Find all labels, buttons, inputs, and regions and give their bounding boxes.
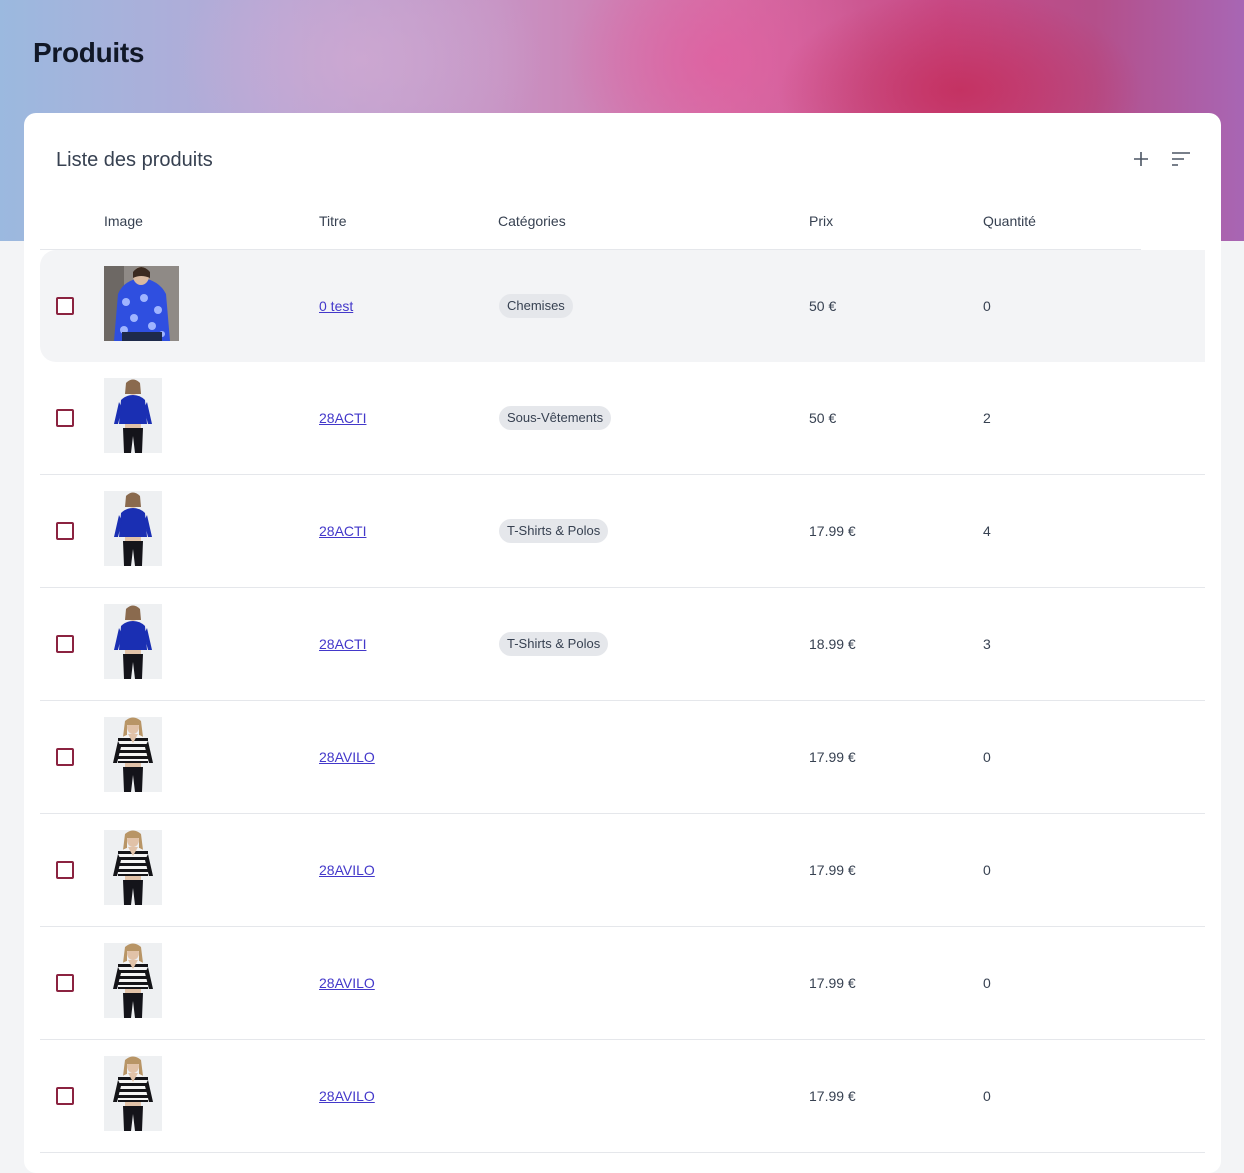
product-title-link[interactable]: 28AVILO — [319, 749, 375, 765]
row-checkbox[interactable] — [56, 635, 74, 653]
product-image — [104, 266, 179, 341]
row-checkbox[interactable] — [56, 861, 74, 879]
header-title[interactable]: Titre — [319, 213, 346, 229]
page-title: Produits — [33, 37, 145, 68]
category-chip: T-Shirts & Polos — [499, 519, 609, 543]
header-categories[interactable]: Catégories — [498, 213, 566, 229]
sort-button[interactable] — [1169, 147, 1193, 171]
table-row[interactable]: 28ACTI T-Shirts & Polos 18.99 € 3 — [40, 588, 1205, 701]
table-row[interactable]: 28AVILO 17.99 € 0 — [40, 701, 1205, 814]
product-title-link[interactable]: 0 test — [319, 298, 353, 314]
product-title-link[interactable]: 28ACTI — [319, 410, 366, 426]
product-price: 17.99 € — [809, 749, 856, 765]
product-price: 18.99 € — [809, 636, 856, 652]
product-title-link[interactable]: 28AVILO — [319, 1088, 375, 1104]
product-quantity: 0 — [983, 975, 991, 991]
product-image — [104, 378, 162, 453]
product-image — [104, 717, 162, 792]
table-header: Image Titre Catégories Prix Quantité — [40, 189, 1141, 250]
card-title: Liste des produits — [56, 149, 213, 171]
row-checkbox[interactable] — [56, 522, 74, 540]
table-row[interactable]: 0 test Chemises 50 € 0 — [40, 250, 1205, 362]
product-price: 17.99 € — [809, 862, 856, 878]
product-image — [104, 1056, 162, 1131]
product-quantity: 0 — [983, 1088, 991, 1104]
header-quantity[interactable]: Quantité — [983, 213, 1036, 229]
add-product-button[interactable] — [1129, 147, 1153, 171]
product-image — [104, 943, 162, 1018]
product-quantity: 0 — [983, 862, 991, 878]
product-title-link[interactable]: 28ACTI — [319, 523, 366, 539]
product-image — [104, 604, 162, 679]
product-image — [104, 830, 162, 905]
product-quantity: 3 — [983, 636, 991, 652]
sort-icon — [1172, 152, 1190, 166]
product-title-link[interactable]: 28ACTI — [319, 636, 366, 652]
header-image[interactable]: Image — [104, 213, 143, 229]
product-price: 50 € — [809, 410, 837, 426]
product-title-link[interactable]: 28AVILO — [319, 975, 375, 991]
category-chip: T-Shirts & Polos — [499, 632, 609, 656]
table-row[interactable]: 28AVILO 17.99 € 0 — [40, 927, 1205, 1040]
product-quantity: 0 — [983, 749, 991, 765]
category-chip: Chemises — [499, 294, 573, 318]
product-quantity: 2 — [983, 410, 991, 426]
row-checkbox[interactable] — [56, 974, 74, 992]
products-card: Liste des produits Image Titre Catégorie… — [24, 113, 1221, 1173]
row-checkbox[interactable] — [56, 409, 74, 427]
row-checkbox[interactable] — [56, 297, 74, 315]
product-quantity: 0 — [983, 298, 991, 314]
table-body: 0 test Chemises 50 € 0 28ACTI Sous-Vêtements… — [40, 250, 1205, 1153]
product-title-link[interactable]: 28AVILO — [319, 862, 375, 878]
plus-icon — [1134, 152, 1148, 166]
product-price: 17.99 € — [809, 975, 856, 991]
category-chip: Sous-Vêtements — [499, 406, 612, 430]
row-checkbox[interactable] — [56, 748, 74, 766]
product-price: 17.99 € — [809, 1088, 856, 1104]
card-actions — [1129, 147, 1193, 171]
table-row[interactable]: 28AVILO 17.99 € 0 — [40, 814, 1205, 927]
table-row[interactable]: 28ACTI Sous-Vêtements 50 € 2 — [40, 362, 1205, 475]
product-quantity: 4 — [983, 523, 991, 539]
table-row[interactable]: 28ACTI T-Shirts & Polos 17.99 € 4 — [40, 475, 1205, 588]
table-row[interactable]: 28AVILO 17.99 € 0 — [40, 1040, 1205, 1153]
product-price: 50 € — [809, 298, 837, 314]
header-price[interactable]: Prix — [809, 213, 833, 229]
product-price: 17.99 € — [809, 523, 856, 539]
product-image — [104, 491, 162, 566]
row-checkbox[interactable] — [56, 1087, 74, 1105]
